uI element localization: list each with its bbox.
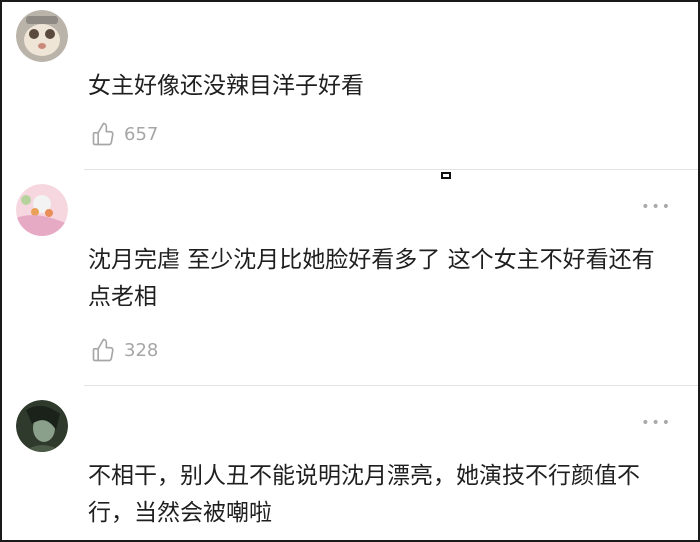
thumbs-up-icon (92, 122, 114, 146)
comment-text: 不相干，别人丑不能说明沈月漂亮，她演技不行颜值不行，当然会被嘲啦 (88, 463, 640, 526)
comment-text: 沈月完虐 至少沈月比她脸好看多了 这个女主不好看还有点老相 (88, 247, 655, 310)
dark-portrait-avatar-icon[interactable] (16, 400, 68, 452)
more-options-button[interactable]: ••• (641, 416, 672, 430)
comment-item: ••• 不相干，别人丑不能说明沈月漂亮，她演技不行颜值不行，当然会被嘲啦 (2, 386, 698, 540)
comment-text: 女主好像还没辣目洋子好看 (88, 73, 364, 99)
comment-item: ••• 沈月完虐 至少沈月比她脸好看多了 这个女主不好看还有点老相 328 (2, 170, 698, 386)
like-button[interactable]: 657 (90, 120, 158, 148)
like-button[interactable]: 328 (90, 336, 158, 364)
like-count: 657 (124, 123, 159, 145)
thumbs-up-icon (92, 338, 114, 362)
comment-item: 女主好像还没辣目洋子好看 657 (2, 2, 698, 170)
more-options-button[interactable]: ••• (641, 200, 672, 214)
like-count: 328 (124, 339, 159, 361)
comment-list: 女主好像还没辣目洋子好看 657 ••• 沈月完虐 至少沈月比她脸好看多了 这个… (0, 0, 700, 542)
pink-flower-avatar-icon[interactable] (16, 184, 68, 236)
cartoon-face-avatar-icon[interactable] (16, 10, 68, 62)
